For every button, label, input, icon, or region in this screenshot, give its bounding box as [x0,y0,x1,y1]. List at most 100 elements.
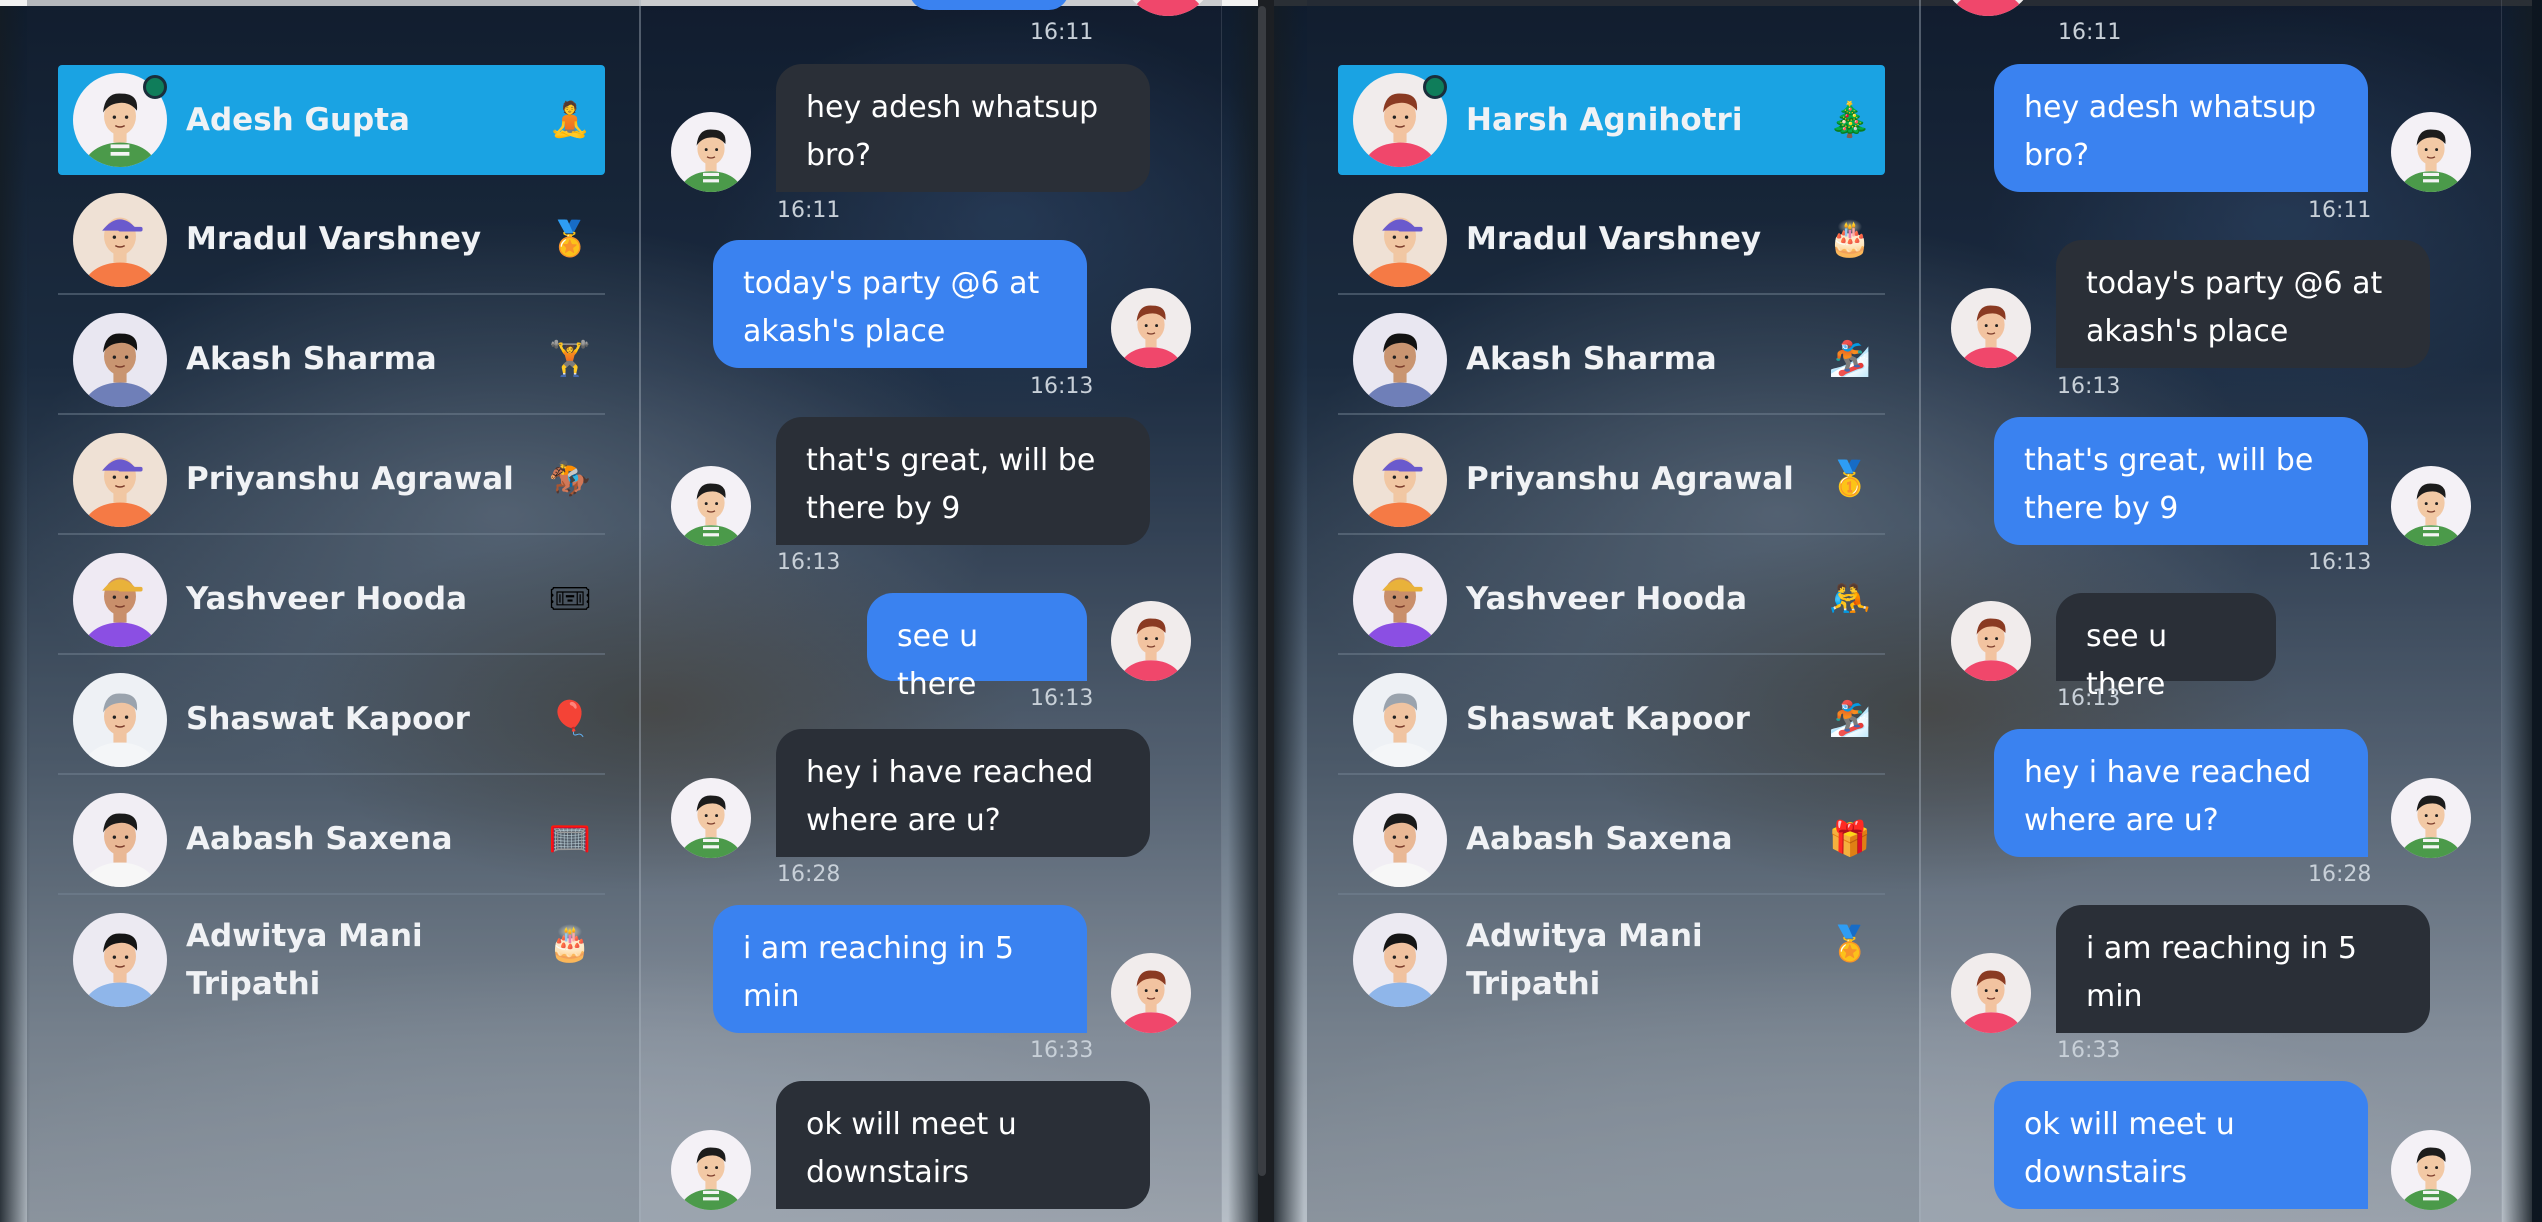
message-bubble-sent: that's great, will be there by 9 [1994,417,2368,545]
avatar [2391,1130,2471,1210]
avatar [2391,778,2471,858]
status-emoji: 🎂 [1828,219,1872,259]
contact-name: Adwitya Mani Tripathi [1466,918,1703,1002]
message-timestamp: 16:33 [1030,1038,1094,1063]
message-bubble-sent: ok will meet u downstairs [1994,1081,2368,1209]
message-bubble-received: ok will meet u downstairs [776,1081,1150,1209]
avatar [1353,673,1447,767]
contact-item[interactable]: Aabash Saxena 🥅 [58,785,605,895]
contact-item[interactable]: Adwitya Mani Tripathi 🎂 [58,905,605,1015]
message-thread: 16:11 hey adesh whatsup bro? 16:11 today… [641,0,1222,1222]
message-bubble-received: hey adesh whatsup bro? [776,64,1150,192]
message-bubble-partial [909,0,1069,10]
contact-item[interactable]: Shaswat Kapoor 🏂 [1338,665,1885,775]
message-timestamp: 16:11 [777,198,841,223]
message-timestamp: 16:33 [2057,1038,2121,1063]
message-timestamp: 16:13 [777,550,841,575]
contact-name: Shaswat Kapoor [1466,701,1750,737]
avatar [1111,288,1191,368]
avatar [73,793,167,887]
avatar [1121,0,1215,16]
avatar [73,673,167,767]
avatar [73,193,167,287]
message-bubble-received: hey i have reached where are u? [776,729,1150,857]
message-timestamp: 16:28 [2308,862,2372,887]
contact-name: Akash Sharma [186,341,437,377]
message-bubble-received: i am reaching in 5 min [2056,905,2430,1033]
status-emoji: 🏂 [1828,699,1872,739]
status-emoji: 🎄 [1828,100,1872,140]
online-status-dot [143,75,167,99]
message-bubble-sent: see u there [867,593,1087,702]
message-bubble-sent: i am reaching in 5 min [713,905,1087,1033]
contact-item[interactable]: Mradul Varshney 🎂 [1338,185,1885,295]
status-emoji: 🏅 [1828,924,1872,964]
contact-item[interactable]: Akash Sharma 🏂 [1338,305,1885,415]
avatar [1951,288,2031,368]
avatar [73,313,167,407]
message-timestamp: 16:13 [2057,374,2121,399]
message-bubble-sent: hey adesh whatsup bro? [1994,64,2368,192]
message-timestamp: 16:11 [1030,20,1094,45]
message-bubble-sent: today's party @6 at akash's place [713,240,1087,368]
avatar [1951,601,2031,681]
avatar [73,553,167,647]
window-divider [1258,0,1274,1222]
contact-item-active[interactable]: Adesh Gupta 🧘 [58,65,605,175]
contact-item[interactable]: Yashveer Hooda 🎟 [58,545,605,655]
contact-name: Priyanshu Agrawal [1466,461,1794,497]
contact-item[interactable]: Akash Sharma 🏋 [58,305,605,415]
message-bubble-received: today's party @6 at akash's place [2056,240,2430,368]
avatar [2391,112,2471,192]
contact-item[interactable]: Priyanshu Agrawal 🥇 [1338,425,1885,535]
contact-name: Aabash Saxena [186,821,453,857]
contact-item[interactable]: Shaswat Kapoor 🎈 [58,665,605,775]
avatar [1353,793,1447,887]
avatar [1353,553,1447,647]
avatar [1353,913,1447,1007]
background-edge [1274,0,1304,1222]
status-emoji: 🧘 [548,100,592,140]
message-bubble-received: see u there [2056,593,2276,702]
message-timestamp: 16:13 [2308,550,2372,575]
chat-window-right: Harsh Agnihotri 🎄 Mradul Varshney 🎂 Akas… [1274,0,2532,1222]
message-timestamp: 16:13 [2057,686,2121,711]
contact-name: Yashveer Hooda [186,581,468,617]
avatar [671,112,751,192]
message-bubble-received: that's great, will be there by 9 [776,417,1150,545]
message-thread: 16:11 hey adesh whatsup bro? 16:11 today… [1921,0,2502,1222]
background-edge [0,0,30,1222]
message-timestamp: 16:13 [1030,686,1094,711]
avatar [1111,953,1191,1033]
contact-item-active[interactable]: Harsh Agnihotri 🎄 [1338,65,1885,175]
contact-name: Priyanshu Agrawal [186,461,514,497]
avatar [1353,433,1447,527]
contact-name: Harsh Agnihotri [1466,102,1743,138]
status-emoji: 🏇 [548,459,592,499]
status-emoji: 🏅 [548,219,592,259]
status-emoji: 🎂 [548,924,592,964]
contact-item[interactable]: Priyanshu Agrawal 🏇 [58,425,605,535]
avatar [1353,313,1447,407]
scrollbar-thumb[interactable] [1258,6,1266,1176]
message-bubble-sent: hey i have reached where are u? [1994,729,2368,857]
contact-name: Adesh Gupta [186,102,410,138]
status-emoji: 🤼 [1828,579,1872,619]
contact-item[interactable]: Mradul Varshney 🏅 [58,185,605,295]
message-timestamp: 16:11 [2058,20,2122,45]
contact-list: Harsh Agnihotri 🎄 Mradul Varshney 🎂 Akas… [1307,0,1921,1222]
message-timestamp: 16:11 [2308,198,2372,223]
contact-name: Akash Sharma [1466,341,1717,377]
contact-name: Shaswat Kapoor [186,701,470,737]
contact-item[interactable]: Adwitya Mani Tripathi 🏅 [1338,905,1885,1015]
avatar [73,913,167,1007]
avatar [671,466,751,546]
status-emoji: 🎁 [1828,819,1872,859]
avatar [1941,0,2035,16]
contact-item[interactable]: Yashveer Hooda 🤼 [1338,545,1885,655]
contact-name: Aabash Saxena [1466,821,1733,857]
avatar [1353,193,1447,287]
avatar [671,778,751,858]
contact-item[interactable]: Aabash Saxena 🎁 [1338,785,1885,895]
status-emoji: 🎟 [548,579,592,619]
